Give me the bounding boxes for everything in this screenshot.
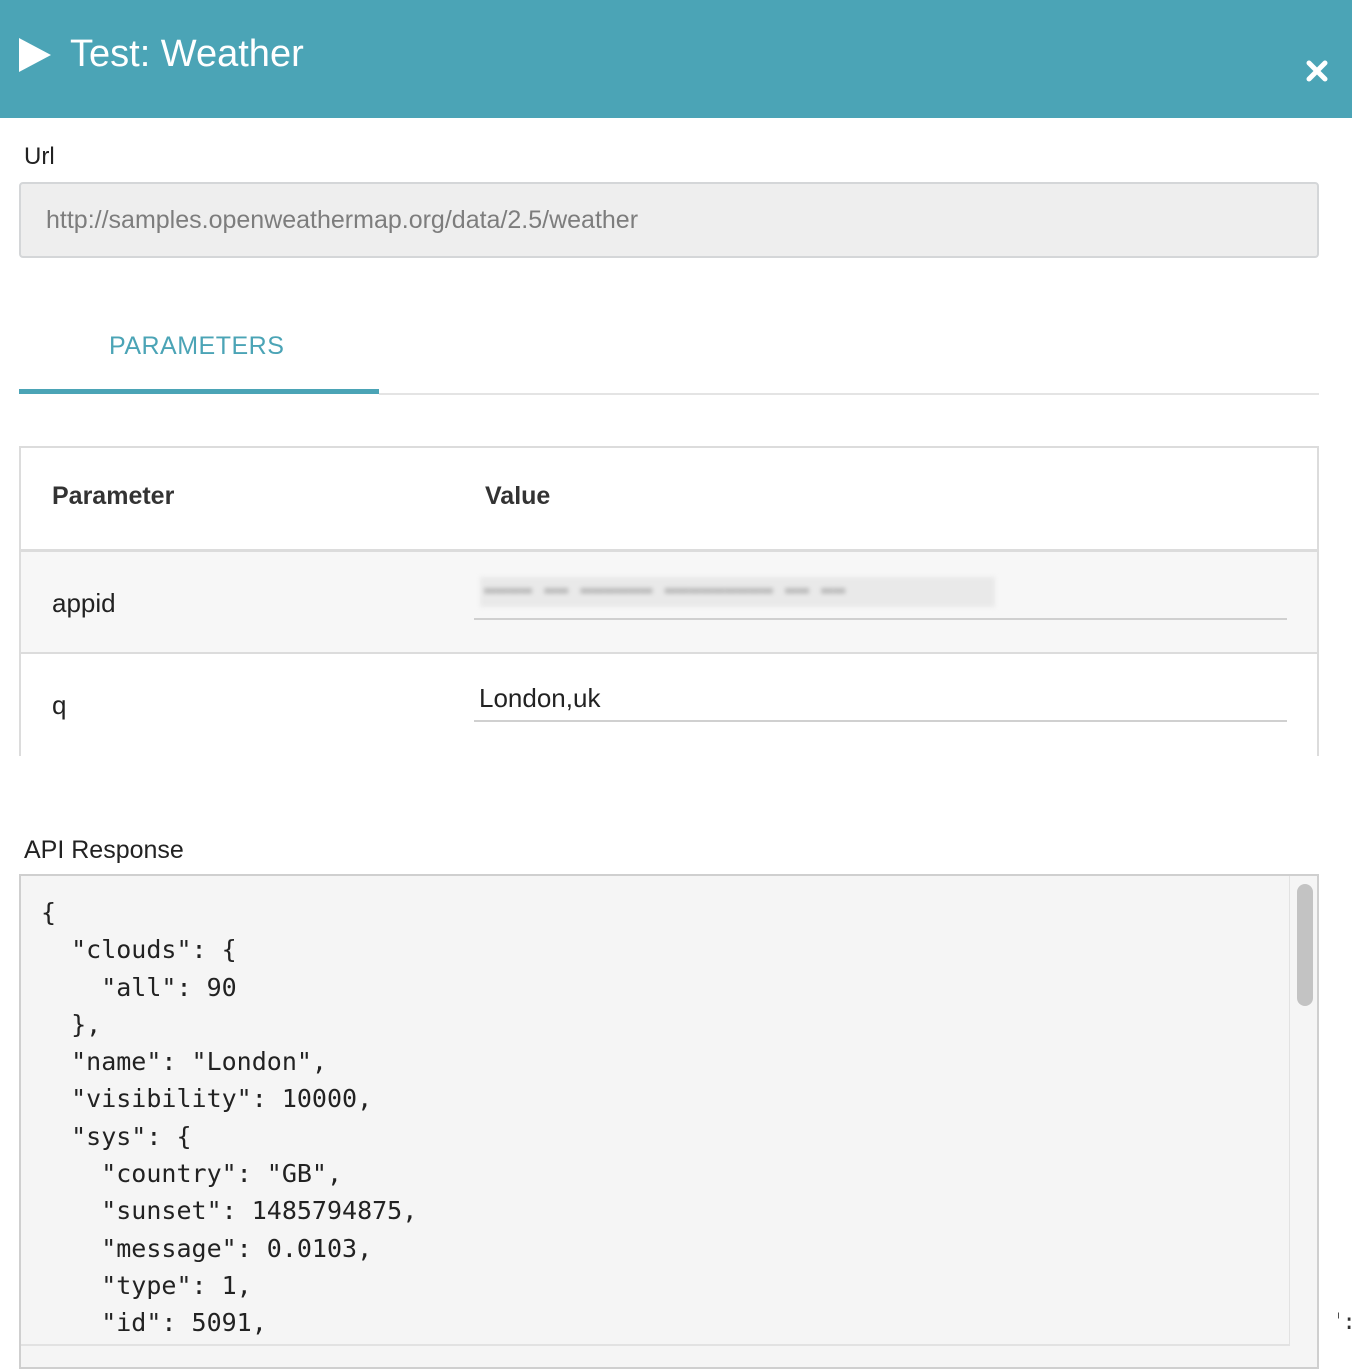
- url-label: Url: [24, 143, 55, 170]
- parameter-name: appid: [52, 588, 116, 618]
- table-header: Parameter Value: [21, 448, 1317, 552]
- column-header-value: Value: [485, 482, 551, 510]
- tab-divider: [379, 393, 1319, 395]
- api-response-panel[interactable]: { "clouds": { "all": 90 }, "name": "Lond…: [19, 874, 1319, 1369]
- test-modal: Test: Weather Url PARAMETERS Parameter V…: [0, 0, 1352, 1369]
- parameter-name: q: [52, 690, 67, 720]
- api-response-body: { "clouds": { "all": 90 }, "name": "Lond…: [41, 898, 418, 1338]
- play-icon: [19, 38, 51, 72]
- active-tab-indicator: [19, 389, 379, 394]
- modal-header: Test: Weather: [0, 0, 1352, 118]
- q-value-input[interactable]: [474, 676, 1287, 722]
- api-response-label: API Response: [24, 836, 184, 864]
- tab-parameters[interactable]: PARAMETERS: [19, 320, 379, 395]
- tab-label: PARAMETERS: [109, 332, 285, 360]
- scrollbar[interactable]: [1289, 876, 1317, 1346]
- table-row: q: [21, 654, 1317, 756]
- table-row: appid ▬▬▬▬ ▬▬ ▬▬▬▬▬▬ ▬▬▬▬▬▬▬▬▬ ▬▬ ▬▬: [21, 552, 1317, 654]
- parameters-table: Parameter Value appid ▬▬▬▬ ▬▬ ▬▬▬▬▬▬ ▬▬▬…: [19, 446, 1319, 756]
- modal-title: Test: Weather: [70, 33, 304, 75]
- scrollbar-thumb[interactable]: [1297, 884, 1313, 1006]
- response-divider: [21, 1344, 1289, 1346]
- redacted-value: ▬▬▬▬ ▬▬ ▬▬▬▬▬▬ ▬▬▬▬▬▬▬▬▬ ▬▬ ▬▬: [480, 577, 995, 607]
- column-header-parameter: Parameter: [52, 482, 175, 510]
- close-icon[interactable]: [1302, 56, 1332, 86]
- url-field[interactable]: [19, 182, 1319, 258]
